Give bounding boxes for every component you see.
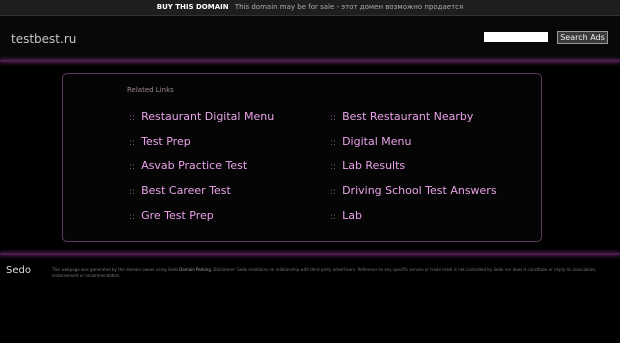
bullet-icon: :: [330, 212, 337, 222]
related-link-label: Gre Test Prep [141, 209, 214, 222]
domain-sale-banner[interactable]: BUY THIS DOMAIN This domain may be for s… [0, 0, 620, 16]
related-link-label: Asvab Practice Test [141, 159, 248, 172]
related-link[interactable]: :: Lab [330, 209, 362, 222]
bullet-icon: :: [129, 162, 136, 172]
sale-message: This domain may be for sale - этот домен… [234, 3, 464, 11]
bullet-icon: :: [330, 187, 337, 197]
related-link[interactable]: :: Driving School Test Answers [330, 184, 497, 197]
sedo-logo-text: Sedo [6, 265, 31, 276]
related-link-label: Driving School Test Answers [342, 184, 497, 197]
buy-domain-link[interactable]: BUY THIS DOMAIN [157, 3, 229, 11]
bullet-icon: :: [330, 113, 337, 123]
search-input[interactable] [484, 32, 548, 42]
header-divider [0, 60, 620, 62]
related-link[interactable]: :: Lab Results [330, 159, 405, 172]
bullet-icon: :: [330, 162, 337, 172]
related-link[interactable]: :: Test Prep [129, 135, 191, 148]
related-link[interactable]: :: Best Career Test [129, 184, 231, 197]
related-link-label: Best Career Test [141, 184, 231, 197]
related-links-title: Related Links [127, 86, 174, 94]
footer-divider [0, 253, 620, 255]
sedo-logo[interactable]: Sedo [6, 265, 31, 276]
related-link[interactable]: :: Gre Test Prep [129, 209, 214, 222]
related-link[interactable]: :: Asvab Practice Test [129, 159, 247, 172]
search-ads-button[interactable]: Search Ads [557, 31, 608, 44]
related-link-label: Test Prep [141, 135, 191, 148]
footer-disclaimer: This webpage was generated by the domain… [52, 267, 612, 279]
bullet-icon: :: [330, 138, 337, 148]
related-link[interactable]: :: Restaurant Digital Menu [129, 110, 274, 123]
related-link-label: Lab Results [342, 159, 406, 172]
related-link-label: Best Restaurant Nearby [342, 110, 474, 123]
related-link[interactable]: :: Digital Menu [330, 135, 411, 148]
bullet-icon: :: [129, 138, 136, 148]
related-link-label: Digital Menu [342, 135, 412, 148]
bullet-icon: :: [129, 212, 136, 222]
related-link-label: Lab [342, 209, 362, 222]
footer-text-part1: This webpage was generated by the domain… [52, 267, 178, 272]
bullet-icon: :: [129, 187, 136, 197]
bullet-icon: :: [129, 113, 136, 123]
domain-parking-link[interactable]: Domain Parking [179, 267, 211, 272]
related-link[interactable]: :: Best Restaurant Nearby [330, 110, 473, 123]
related-link-label: Restaurant Digital Menu [141, 110, 275, 123]
site-name: testbest.ru [11, 32, 77, 46]
